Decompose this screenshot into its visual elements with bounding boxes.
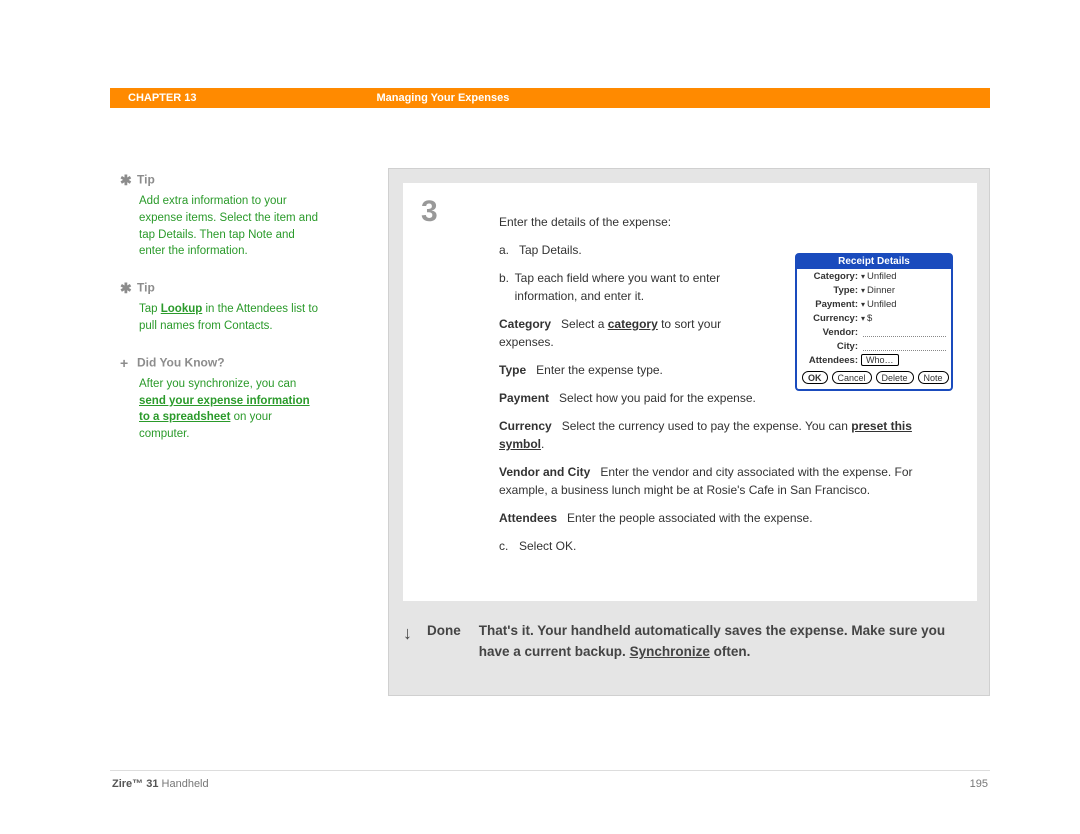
note-button[interactable]: Note xyxy=(918,371,949,384)
who-button[interactable]: Who… xyxy=(861,354,899,366)
step-intro: Enter the details of the expense: xyxy=(499,213,959,231)
category-link[interactable]: category xyxy=(608,317,658,331)
sub-step-c: c.Select OK. xyxy=(499,537,959,555)
product-name: Zire™ 31 Handheld xyxy=(112,778,209,790)
synchronize-link[interactable]: Synchronize xyxy=(630,644,710,659)
receipt-details-dialog: Receipt Details Category: ▾ Unfiled Type… xyxy=(795,253,953,391)
field-payment: Payment Select how you paid for the expe… xyxy=(499,389,959,407)
chevron-down-icon: ▾ xyxy=(861,300,865,309)
done-row: ↓ Done That's it. Your handheld automati… xyxy=(403,621,977,663)
send-expense-link[interactable]: send your expense information to a sprea… xyxy=(139,395,310,424)
field-attendees: Attendees Enter the people associated wi… xyxy=(499,509,959,527)
done-text: That's it. Your handheld automatically s… xyxy=(479,621,977,663)
chapter-header-bar: CHAPTER 13 Managing Your Expenses xyxy=(110,88,990,108)
field-currency: Currency Select the currency used to pay… xyxy=(499,417,959,453)
done-arrow-icon: ↓ xyxy=(403,620,425,663)
tip-block-2: ✱Tip Tap Lookup in the Attendees list to… xyxy=(120,278,320,335)
receipt-row-attendees: Attendees: Who… xyxy=(797,353,951,367)
footer-divider xyxy=(110,770,990,771)
star-icon: ✱ xyxy=(120,170,134,190)
page-number: 195 xyxy=(970,778,988,790)
city-input-line[interactable] xyxy=(863,341,946,351)
tip-heading: ✱Tip xyxy=(120,170,320,190)
sidebar: ✱Tip Add extra information to your expen… xyxy=(120,170,320,461)
field-category: Category Select a category to sort your … xyxy=(499,315,779,351)
delete-button[interactable]: Delete xyxy=(876,371,914,384)
sub-step-b: b.Tap each field where you want to enter… xyxy=(499,269,779,305)
did-you-know-block: +Did You Know? After you synchronize, yo… xyxy=(120,353,320,443)
chevron-down-icon: ▾ xyxy=(861,314,865,323)
done-label: Done xyxy=(427,621,461,663)
page-title: Managing Your Expenses xyxy=(376,92,509,104)
chevron-down-icon: ▾ xyxy=(861,286,865,295)
lookup-link[interactable]: Lookup xyxy=(161,303,203,315)
chevron-down-icon: ▾ xyxy=(861,272,865,281)
cancel-button[interactable]: Cancel xyxy=(832,371,872,384)
star-icon: ✱ xyxy=(120,278,134,298)
step-card: 3 Enter the details of the expense: a.Ta… xyxy=(403,183,977,601)
dyk-heading: +Did You Know? xyxy=(120,353,320,373)
main-panel: 3 Enter the details of the expense: a.Ta… xyxy=(388,168,990,696)
receipt-row-type[interactable]: Type: ▾ Dinner xyxy=(797,283,951,297)
receipt-row-payment[interactable]: Payment: ▾ Unfiled xyxy=(797,297,951,311)
plus-icon: + xyxy=(120,353,134,373)
tip-block-1: ✱Tip Add extra information to your expen… xyxy=(120,170,320,260)
tip-heading: ✱Tip xyxy=(120,278,320,298)
receipt-row-category[interactable]: Category: ▾ Unfiled xyxy=(797,269,951,283)
vendor-input-line[interactable] xyxy=(863,327,946,337)
receipt-row-currency[interactable]: Currency: ▾ $ xyxy=(797,311,951,325)
tip-body: Tap Lookup in the Attendees list to pull… xyxy=(139,301,320,334)
receipt-title: Receipt Details xyxy=(797,255,951,269)
field-vendor-city: Vendor and City Enter the vendor and cit… xyxy=(499,463,959,499)
receipt-button-row: OK Cancel Delete Note xyxy=(797,367,951,389)
receipt-row-city[interactable]: City: xyxy=(797,339,951,353)
dyk-body: After you synchronize, you can send your… xyxy=(139,376,320,443)
tip-body: Add extra information to your expense it… xyxy=(139,193,320,260)
ok-button[interactable]: OK xyxy=(802,371,828,384)
chapter-label: CHAPTER 13 xyxy=(128,92,196,104)
footer: Zire™ 31 Handheld 195 xyxy=(112,778,988,790)
step-number: 3 xyxy=(421,195,438,229)
receipt-row-vendor[interactable]: Vendor: xyxy=(797,325,951,339)
